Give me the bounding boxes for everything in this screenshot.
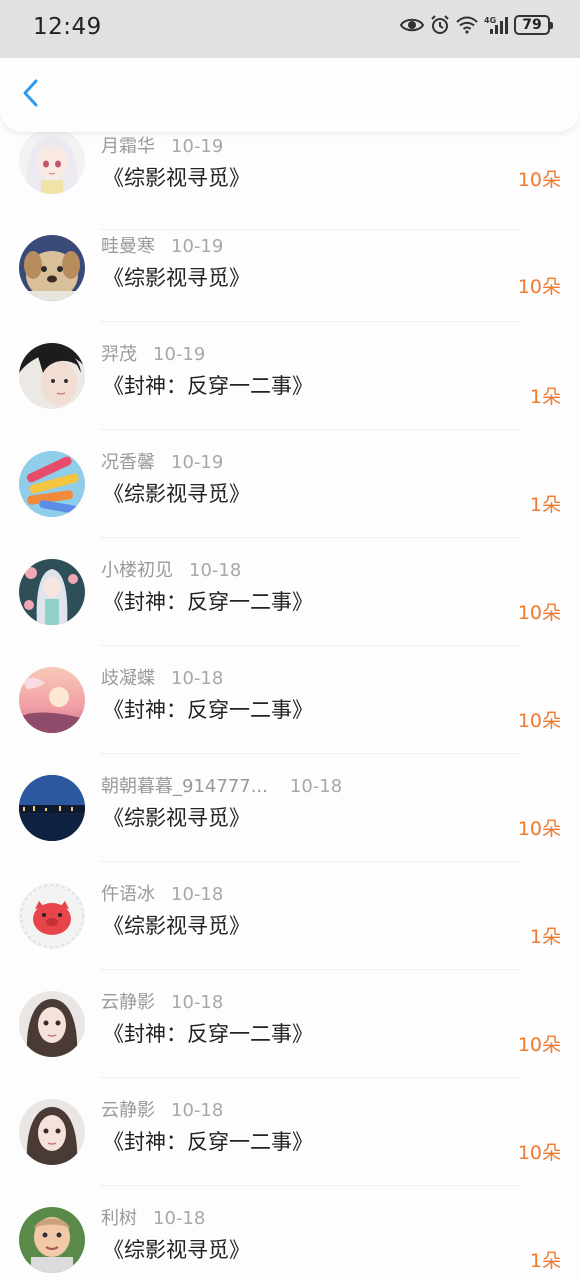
avatar <box>19 343 85 409</box>
book-title: 《综影视寻觅》 <box>103 166 250 190</box>
gift-date: 10-18 <box>153 1208 206 1229</box>
book-title: 《封神：反穿一二事》 <box>103 698 313 722</box>
gift-date: 10-18 <box>171 1100 224 1121</box>
sender-name: 月霜华 <box>101 136 155 157</box>
list-item[interactable]: 仵语冰 10-18 《综影视寻觅》 1朵 <box>0 862 580 970</box>
book-title: 《综影视寻觅》 <box>103 914 250 938</box>
avatar <box>19 667 85 733</box>
avatar <box>19 991 85 1057</box>
gift-date: 10-19 <box>153 344 206 365</box>
list-item[interactable]: 利树 10-18 《综影视寻觅》 1朵 <box>0 1186 580 1280</box>
gift-amount: 10朵 <box>517 1142 561 1164</box>
avatar <box>19 128 85 194</box>
list-item[interactable]: 羿茂 10-19 《封神：反穿一二事》 1朵 <box>0 322 580 430</box>
eye-icon <box>400 16 424 34</box>
gift-amount: 10朵 <box>517 169 561 191</box>
sender-name: 畦曼寒 <box>101 236 155 257</box>
book-title: 《综影视寻觅》 <box>103 482 250 506</box>
battery-icon: 79 <box>514 15 553 35</box>
list-item[interactable]: 云静影 10-18 《封神：反穿一二事》 10朵 <box>0 1078 580 1186</box>
sender-meta: 况香馨 10-19 <box>101 448 224 473</box>
avatar <box>19 235 85 301</box>
gift-date: 10-18 <box>171 668 224 689</box>
status-time: 12:49 <box>33 14 102 40</box>
sender-meta: 朝朝暮暮_914777... 10-18 <box>101 772 343 797</box>
gift-amount: 10朵 <box>517 1034 561 1056</box>
book-title: 《封神：反穿一二事》 <box>103 1022 313 1046</box>
book-title: 《封神：反穿一二事》 <box>103 590 313 614</box>
wifi-icon <box>456 16 478 34</box>
gift-date: 10-19 <box>171 452 224 473</box>
status-icons: 4G 79 <box>400 15 553 35</box>
gift-amount: 1朵 <box>529 386 561 408</box>
sender-meta: 利树 10-18 <box>101 1204 206 1229</box>
gift-date: 10-18 <box>171 884 224 905</box>
sender-meta: 畦曼寒 10-19 <box>101 232 224 257</box>
gift-amount: 10朵 <box>517 602 561 624</box>
sender-name: 况香馨 <box>101 452 155 473</box>
alarm-icon <box>430 15 450 35</box>
gift-amount: 1朵 <box>529 926 561 948</box>
sender-meta: 云静影 10-18 <box>101 1096 224 1121</box>
sender-name: 云静影 <box>101 992 155 1013</box>
sender-name: 朝朝暮暮_914777... <box>101 776 268 797</box>
sender-meta: 羿茂 10-19 <box>101 340 206 365</box>
avatar <box>19 1099 85 1165</box>
gift-date: 10-18 <box>171 992 224 1013</box>
sender-meta: 云静影 10-18 <box>101 988 224 1013</box>
sender-name: 利树 <box>101 1208 137 1229</box>
sender-name: 歧凝蝶 <box>101 668 155 689</box>
gift-date: 10-19 <box>171 136 224 157</box>
chevron-left-icon <box>21 78 41 112</box>
gift-amount: 10朵 <box>517 276 561 298</box>
sender-name: 云静影 <box>101 1100 155 1121</box>
list-item[interactable]: 小楼初见 10-18 《封神：反穿一二事》 10朵 <box>0 538 580 646</box>
list-item[interactable]: 况香馨 10-19 《综影视寻觅》 1朵 <box>0 430 580 538</box>
list-item[interactable]: 畦曼寒 10-19 《综影视寻觅》 10朵 <box>0 214 580 322</box>
avatar <box>19 775 85 841</box>
network-type-label: 4G <box>484 16 496 25</box>
back-button[interactable] <box>14 78 48 112</box>
book-title: 《综影视寻觅》 <box>103 266 250 290</box>
sender-meta: 小楼初见 10-18 <box>101 556 242 581</box>
gift-date: 10-19 <box>171 236 224 257</box>
gift-date: 10-18 <box>189 560 242 581</box>
nav-bar <box>0 58 580 132</box>
gift-date: 10-18 <box>289 776 343 797</box>
avatar <box>19 559 85 625</box>
signal-4g-icon: 4G <box>484 15 508 35</box>
sender-name: 小楼初见 <box>101 560 173 581</box>
list-item[interactable]: 歧凝蝶 10-18 《封神：反穿一二事》 10朵 <box>0 646 580 754</box>
book-title: 《封神：反穿一二事》 <box>103 374 313 398</box>
list-item[interactable]: 云静影 10-18 《封神：反穿一二事》 10朵 <box>0 970 580 1078</box>
sender-name: 羿茂 <box>101 344 137 365</box>
avatar <box>19 883 85 949</box>
avatar <box>19 451 85 517</box>
gift-amount: 10朵 <box>517 710 561 732</box>
sender-meta: 仵语冰 10-18 <box>101 880 224 905</box>
sender-meta: 歧凝蝶 10-18 <box>101 664 224 689</box>
gift-amount: 10朵 <box>517 818 561 840</box>
sender-meta: 月霜华 10-19 <box>101 132 224 157</box>
list-item[interactable]: 朝朝暮暮_914777... 10-18 《综影视寻觅》 10朵 <box>0 754 580 862</box>
sender-name: 仵语冰 <box>101 884 155 905</box>
status-bar: 12:49 4G 79 <box>0 0 580 58</box>
book-title: 《封神：反穿一二事》 <box>103 1130 313 1154</box>
gift-amount: 1朵 <box>529 494 561 516</box>
avatar <box>19 1207 85 1273</box>
gift-amount: 1朵 <box>529 1250 561 1272</box>
book-title: 《综影视寻觅》 <box>103 806 250 830</box>
book-title: 《综影视寻觅》 <box>103 1238 250 1262</box>
